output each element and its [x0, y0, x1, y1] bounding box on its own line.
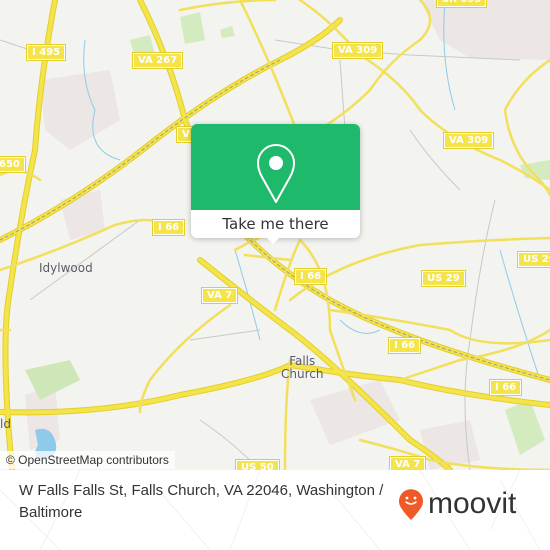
popup-header: [191, 124, 360, 210]
place-label-falls-church: Falls Church: [281, 354, 324, 381]
location-popup: Take me there: [191, 124, 360, 244]
address-text: W Falls Falls St, Falls Church, VA 22046…: [19, 482, 384, 521]
road-shield-us29: US 29: [421, 270, 466, 287]
road-shield-650: 650: [0, 156, 26, 173]
take-me-there-button[interactable]: Take me there: [191, 210, 360, 238]
road-shield-va309: VA 309: [331, 42, 384, 59]
road-shield-i66: I 66: [387, 337, 422, 354]
road-shield-va309: VA 309: [442, 132, 495, 149]
road-shield-va7: VA 7: [388, 456, 427, 470]
place-label-partial: ld: [0, 417, 11, 431]
place-label-idylwood: Idylwood: [39, 261, 93, 275]
road-shield-i66: I 66: [151, 219, 186, 236]
road-shield-va267: VA 267: [131, 52, 184, 69]
map-pin-icon: [257, 144, 295, 203]
road-shield-sr: SR 695: [435, 0, 488, 8]
moovit-logo[interactable]: moovit: [398, 482, 516, 526]
moovit-wordmark: moovit: [428, 487, 517, 520]
road-shield-i495: I 495: [25, 44, 67, 61]
road-shield-i66: I 66: [293, 268, 328, 285]
osm-attribution[interactable]: © OpenStreetMap contributors: [0, 451, 175, 469]
road-shield-i66: I 66: [488, 379, 523, 396]
road-shield-us29: US 29: [517, 251, 550, 268]
moovit-pin-icon: [399, 489, 423, 520]
road-shield-us50: US 50: [235, 459, 280, 470]
popup-pointer: [265, 236, 281, 244]
road-shield-va7: VA 7: [200, 287, 239, 304]
map-canvas[interactable]: I 495 VA 267 VA 309 VA 309 650 I 66 VA 7…: [0, 0, 550, 470]
footer: W Falls Falls St, Falls Church, VA 22046…: [0, 470, 550, 550]
